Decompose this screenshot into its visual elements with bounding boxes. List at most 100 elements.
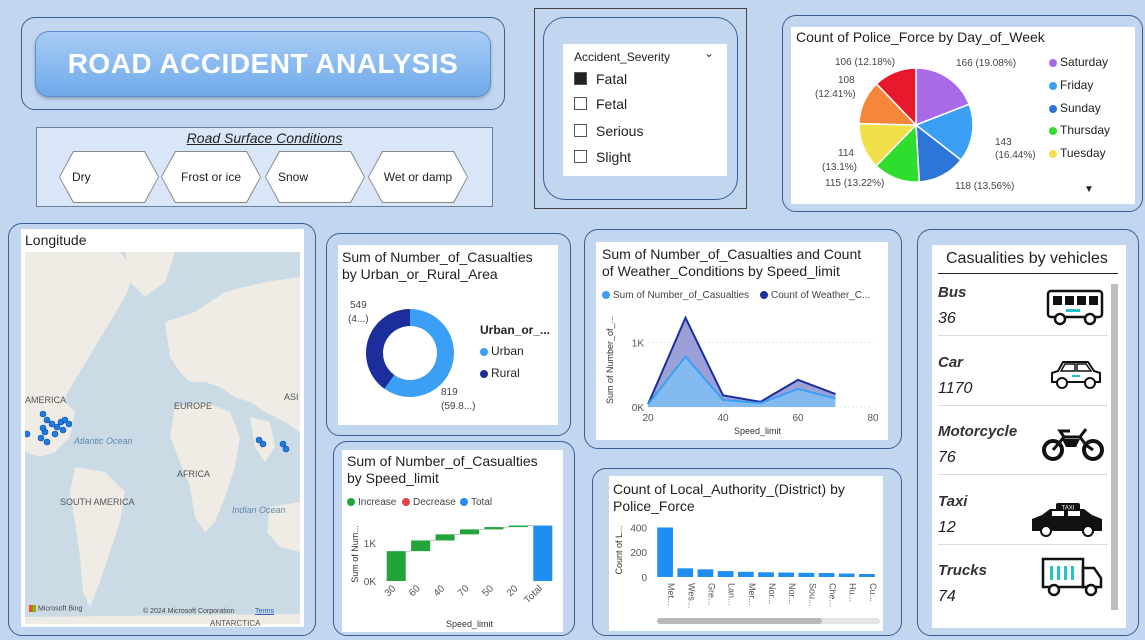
authority-bar[interactable]	[798, 572, 815, 577]
donut-legend-rural[interactable]: Rural	[480, 366, 520, 380]
map-terms-link[interactable]: Terms	[255, 608, 274, 615]
vehicle-row-car[interactable]: Car 1170	[938, 354, 1108, 406]
x-tick-label: Cu...	[868, 583, 878, 602]
pie-legend-saturday[interactable]: Saturday	[1049, 55, 1108, 69]
map-label: AFRICA	[177, 469, 211, 479]
donut-title-line2: by Urban_or_Rural_Area	[342, 266, 498, 282]
map-title: Longitude	[25, 232, 87, 248]
donut-slice[interactable]	[366, 309, 410, 389]
x-tick-label: Gre...	[706, 583, 716, 606]
vertical-scrollbar[interactable]	[1111, 284, 1118, 610]
divider	[938, 273, 1118, 274]
waterfall-bar[interactable]	[508, 525, 528, 528]
pie-legend-tuesday[interactable]: Tuesday	[1049, 146, 1106, 160]
legend-dot	[760, 291, 768, 300]
waterfall-bar[interactable]	[533, 525, 553, 581]
scrollbar-thumb[interactable]	[1111, 284, 1118, 610]
x-tick-label: Total	[522, 583, 545, 606]
scrollbar-thumb[interactable]	[657, 618, 822, 624]
waterfall-bar[interactable]	[386, 551, 406, 581]
authority-chart[interactable]: 0 200 400 Met... Wes... Gre... Lan... Mer... Nor…	[609, 515, 883, 615]
road-surface-title: Road Surface Conditions	[186, 130, 343, 146]
world-map[interactable]	[25, 252, 300, 624]
pie-label: 108	[838, 75, 855, 86]
x-tick-label: Sou...	[807, 583, 817, 607]
pie-label: (13.1%)	[822, 162, 858, 173]
severity-option-slight[interactable]: Slight	[574, 149, 714, 167]
y-tick-label: 0	[641, 573, 647, 584]
waterfall-legend-increase[interactable]: Increase	[347, 497, 396, 508]
severity-title: Accident_Severity	[574, 50, 671, 64]
checkbox[interactable]	[574, 97, 587, 110]
severity-option-fetal[interactable]: Fetal	[574, 96, 714, 114]
authority-bar[interactable]	[859, 574, 875, 577]
pie-legend-sunday[interactable]: Sunday	[1049, 101, 1101, 115]
waterfall-bar[interactable]	[459, 529, 480, 535]
x-tick-label: 40	[717, 413, 729, 424]
legend-scroll-down-icon[interactable]: ▼	[1084, 184, 1094, 195]
pie-label: 114	[838, 148, 854, 159]
x-tick-label: 60	[792, 413, 804, 424]
severity-option-fatal[interactable]: Fatal	[574, 71, 714, 89]
road-option-frost[interactable]: Frost or ice	[162, 152, 260, 202]
vehicle-row-bus[interactable]: Bus 36	[938, 284, 1108, 336]
authority-bar[interactable]	[838, 573, 855, 577]
y-tick-label: 1K	[632, 338, 645, 349]
legend-dot	[602, 291, 610, 300]
pie-label: (16.44%)	[995, 150, 1036, 161]
authority-bar[interactable]	[717, 571, 734, 577]
line-chart[interactable]: 0K1K20 40 60 80	[596, 300, 888, 440]
x-tick-label: 20	[642, 413, 654, 424]
car-icon	[1051, 361, 1101, 389]
legend-dot	[1049, 81, 1057, 90]
pie-label: 166 (19.08%)	[956, 58, 1017, 69]
legend-dot	[1049, 149, 1057, 158]
waterfall-legend-total[interactable]: Total	[460, 497, 492, 508]
road-option-snow[interactable]: Snow	[266, 152, 364, 202]
severity-option-serious[interactable]: Serious	[574, 123, 714, 141]
pie-legend-friday[interactable]: Friday	[1049, 78, 1093, 92]
vehicle-row-taxi[interactable]: Taxi 12 TAXI	[938, 493, 1108, 545]
checkbox[interactable]	[574, 72, 587, 85]
title-button[interactable]: ROAD ACCIDENT ANALYSIS	[35, 31, 491, 97]
donut-legend-title: Urban_or_...	[480, 323, 551, 337]
x-tick-label: 40	[432, 583, 448, 599]
horizontal-scrollbar[interactable]	[657, 618, 880, 624]
x-tick-label: 20	[505, 583, 521, 599]
authority-bar[interactable]	[778, 572, 795, 577]
authority-bar[interactable]	[657, 527, 673, 577]
map-label: SOUTH AMERICA	[60, 497, 135, 507]
x-tick-label: Mer...	[747, 583, 757, 606]
road-option-wet[interactable]: Wet or damp	[369, 152, 467, 202]
authority-bar[interactable]	[818, 573, 835, 577]
x-tick-label: 70	[456, 583, 472, 599]
waterfall-legend-decrease[interactable]: Decrease	[402, 497, 456, 508]
authority-bar[interactable]	[677, 568, 694, 577]
line-title-line1: Sum of Number_of_Casualties and Count	[602, 246, 862, 262]
authority-bar[interactable]	[737, 571, 754, 577]
line-title-line2: of Weather_Conditions by Speed_limit	[602, 263, 840, 279]
road-option-dry[interactable]: Dry	[60, 152, 158, 202]
vehicles-title: Casualities by vehicles	[946, 250, 1108, 267]
donut-legend-urban[interactable]: Urban	[480, 344, 524, 358]
vehicle-row-motorcycle[interactable]: Motorcycle 76	[938, 423, 1108, 475]
chevron-down-icon[interactable]: ⌄	[704, 46, 714, 60]
authority-bar[interactable]	[697, 569, 714, 577]
pie-legend-thursday[interactable]: Thursday	[1049, 123, 1110, 137]
legend-dot	[347, 498, 355, 507]
waterfall-title-line1: Sum of Number_of_Casualties	[347, 453, 538, 469]
microsoft-logo-icon	[29, 605, 36, 612]
waterfall-bar[interactable]	[435, 534, 455, 541]
waterfall-bar[interactable]	[411, 540, 431, 552]
x-tick-label: 60	[407, 583, 423, 599]
truck-icon	[1041, 557, 1103, 597]
legend-dot	[460, 498, 468, 507]
waterfall-chart[interactable]: 0K 1K 30 60 40 70 50 20 Total	[342, 510, 563, 632]
checkbox[interactable]	[574, 150, 587, 163]
authority-bar[interactable]	[758, 572, 774, 577]
vehicle-row-trucks[interactable]: Trucks 74	[938, 557, 1108, 614]
waterfall-bar[interactable]	[484, 527, 504, 530]
checkbox[interactable]	[574, 124, 587, 137]
legend-dot	[480, 347, 488, 356]
donut-title-line1: Sum of Number_of_Casualties	[342, 249, 533, 265]
